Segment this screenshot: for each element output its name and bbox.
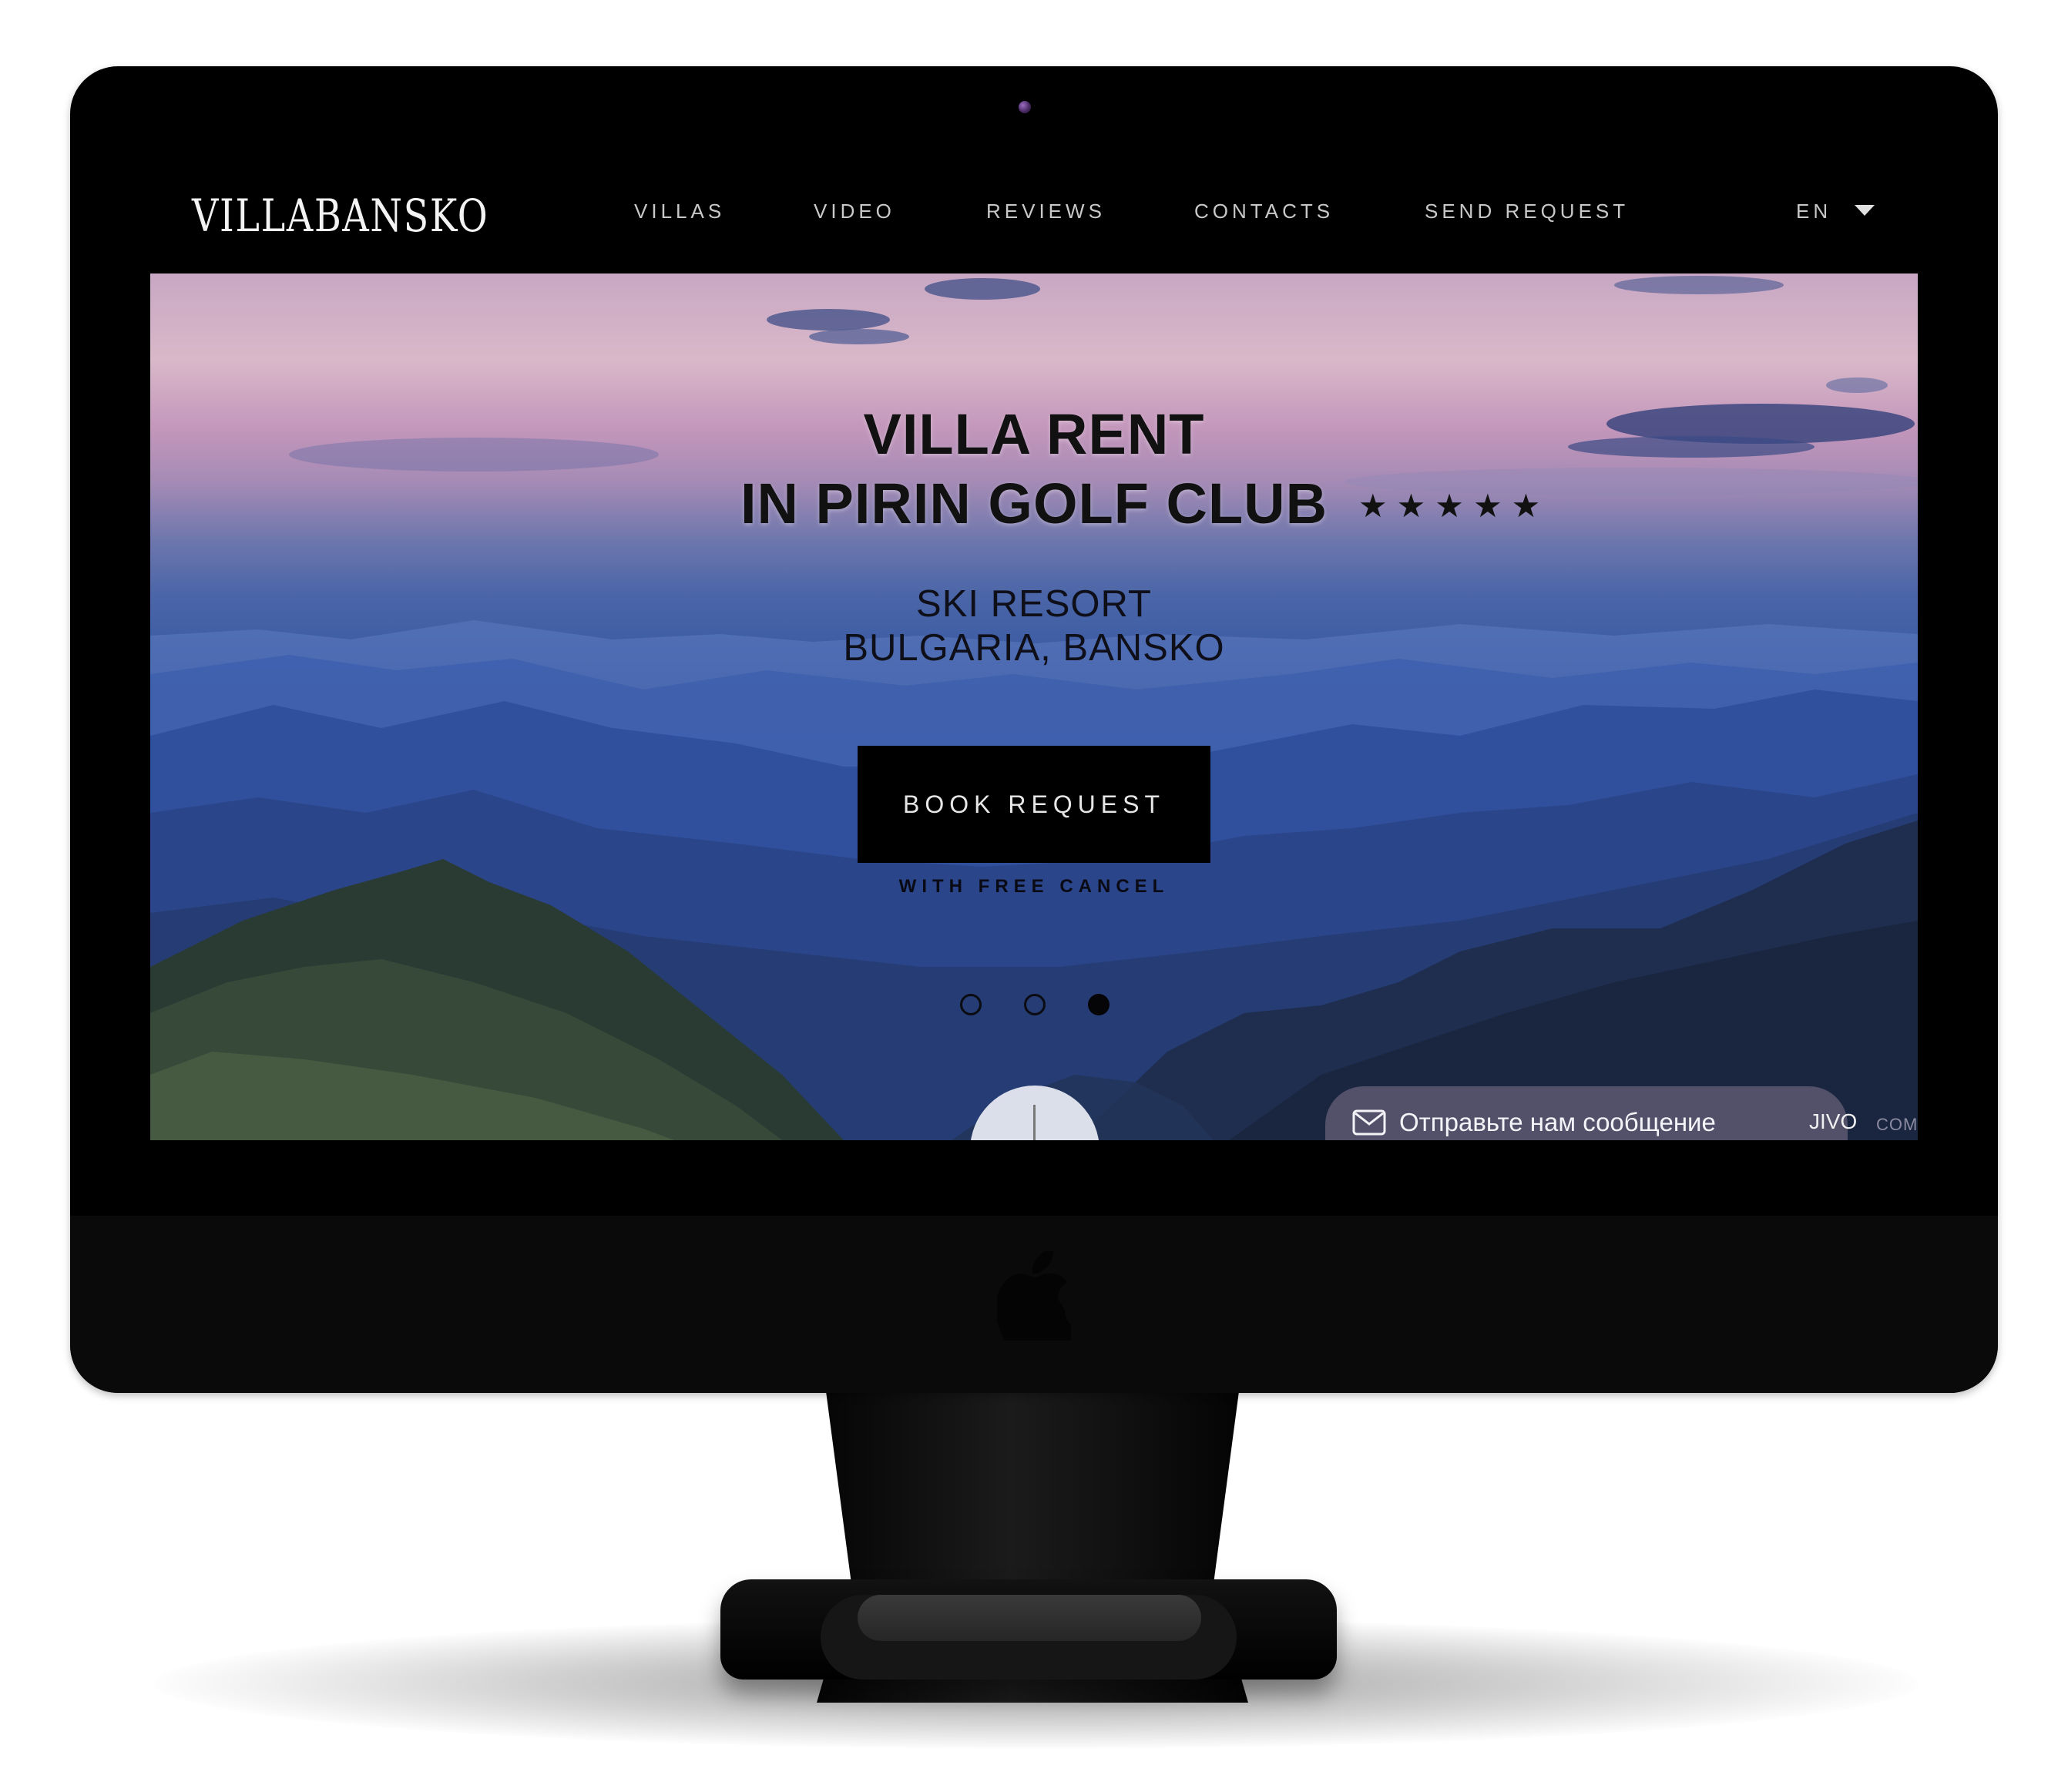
hero-title-line1: VILLA RENT [863, 402, 1205, 466]
nav-item-send-request[interactable]: SEND REQUEST [1425, 200, 1629, 223]
hero-subtitle-line2: BULGARIA, BANSKO [843, 627, 1225, 669]
chat-provider-logo: JIVO [1809, 1109, 1858, 1133]
stand-foot-highlight [858, 1595, 1201, 1641]
site-logo[interactable]: VILLABANSKO [192, 190, 488, 242]
nav-item-video[interactable]: VIDEO [814, 200, 895, 223]
website-screen: VILLABANSKO VILLAS VIDEO REVIEWS CONTACT… [150, 149, 1918, 1140]
monitor-body: VILLABANSKO VILLAS VIDEO REVIEWS CONTACT… [70, 66, 1998, 1393]
chat-provider-suffix: COM [1876, 1115, 1918, 1134]
book-request-button[interactable]: BOOK REQUEST [858, 746, 1210, 863]
scroll-down-indicator-line [1033, 1105, 1036, 1140]
envelope-icon [1352, 1109, 1386, 1136]
free-cancel-note: WITH FREE CANCEL [898, 876, 1170, 897]
device-mockup: VILLABANSKO VILLAS VIDEO REVIEWS CONTACT… [0, 0, 2068, 1792]
slider-dot-2[interactable] [1024, 994, 1046, 1015]
hero-slider: VILLA RENT IN PIRIN GOLF CLUB ★★★★★ SKI … [150, 273, 1918, 1140]
slider-dot-1[interactable] [960, 994, 982, 1015]
nav-item-villas[interactable]: VILLAS [634, 200, 725, 223]
caret-down-icon[interactable] [1855, 205, 1875, 216]
hero-subtitle-line1: SKI RESORT [916, 583, 1152, 625]
camera-icon [1019, 101, 1031, 113]
top-navigation: VILLABANSKO VILLAS VIDEO REVIEWS CONTACT… [150, 149, 1918, 273]
chat-message-label[interactable]: Отправьте нам сообщение [1399, 1108, 1716, 1137]
slider-dot-3-active[interactable] [1088, 994, 1110, 1015]
apple-logo-icon [997, 1251, 1071, 1341]
hero-title-line2: IN PIRIN GOLF CLUB [740, 471, 1328, 535]
nav-item-reviews[interactable]: REVIEWS [986, 200, 1106, 223]
five-star-rating: ★★★★★ [1358, 488, 1550, 524]
language-selector[interactable]: EN [1796, 200, 1831, 223]
chat-widget[interactable]: Отправьте нам сообщение [1325, 1086, 1848, 1140]
nav-item-contacts[interactable]: CONTACTS [1194, 200, 1334, 223]
